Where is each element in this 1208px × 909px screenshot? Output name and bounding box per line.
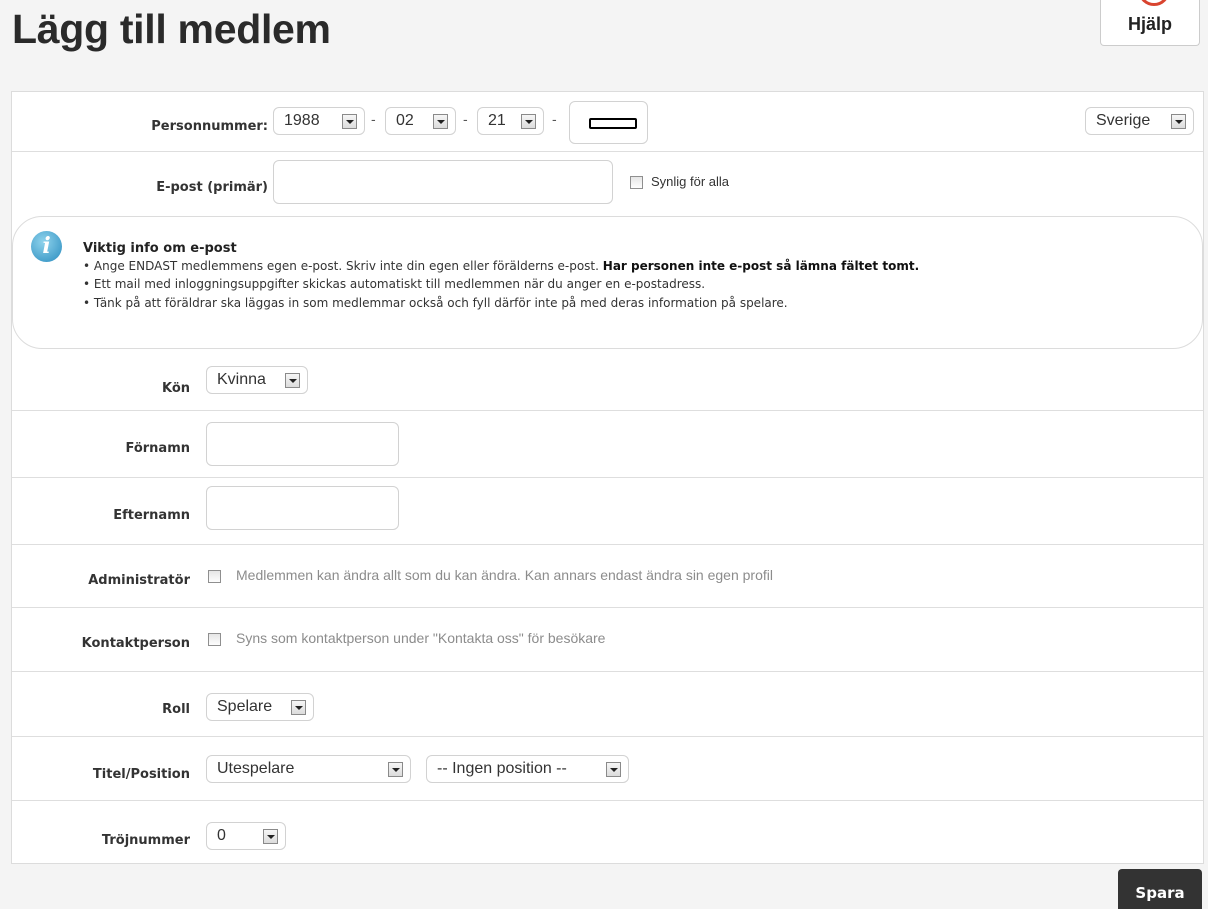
personnummer-separator: -	[463, 111, 468, 127]
role-label: Roll	[162, 702, 190, 717]
role-row: Roll Spelare	[12, 672, 1203, 737]
info-icon: i	[31, 231, 62, 262]
birth-month-value: 02	[396, 112, 414, 129]
email-input[interactable]	[273, 160, 613, 204]
birth-year-value: 1988	[284, 112, 320, 129]
add-member-form: Personnummer: 1988 - 02 - 21 - Sverige E…	[11, 91, 1204, 864]
lastname-row: Efternamn	[12, 478, 1203, 545]
email-visible-checkbox[interactable]	[630, 176, 643, 189]
gender-select[interactable]: Kvinna	[206, 366, 308, 394]
birth-month-select[interactable]: 02	[385, 107, 456, 135]
title-select[interactable]: Utespelare	[206, 755, 411, 783]
role-value: Spelare	[217, 698, 273, 715]
page-title: Lägg till medlem	[12, 6, 331, 52]
jersey-value: 0	[217, 827, 226, 844]
jersey-label: Tröjnummer	[101, 833, 190, 848]
admin-row: Administratör Medlemmen kan ändra allt s…	[12, 545, 1203, 608]
birth-year-select[interactable]: 1988	[273, 107, 365, 135]
chevron-down-icon	[606, 762, 621, 777]
admin-checkbox[interactable]	[208, 570, 221, 583]
admin-label: Administratör	[88, 573, 190, 588]
chevron-down-icon	[291, 700, 306, 715]
personnummer-separator: -	[552, 111, 557, 127]
info-bullet-3: • Tänk på att föräldrar ska läggas in so…	[83, 296, 788, 310]
personnummer-separator: -	[371, 111, 376, 127]
admin-description: Medlemmen kan ändra allt som du kan ändr…	[236, 567, 773, 583]
contact-description: Syns som kontaktperson under "Kontakta o…	[236, 630, 606, 646]
lastname-label: Efternamn	[113, 508, 190, 523]
chevron-down-icon	[521, 114, 536, 129]
chevron-down-icon	[433, 114, 448, 129]
text-field-inner	[589, 118, 637, 129]
email-label: E-post (primär)	[156, 180, 268, 195]
country-value: Sverige	[1096, 112, 1151, 129]
title-value: Utespelare	[217, 760, 295, 777]
lifebuoy-icon	[1138, 0, 1170, 6]
info-bullet-1: • Ange ENDAST medlemmens egen e-post. Sk…	[83, 259, 920, 273]
info-bullet-2: • Ett mail med inloggningsuppgifter skic…	[83, 277, 706, 291]
gender-value: Kvinna	[217, 371, 266, 388]
position-select[interactable]: -- Ingen position --	[426, 755, 629, 783]
email-info-panel: i Viktig info om e-post • Ange ENDAST me…	[12, 216, 1203, 349]
firstname-input[interactable]	[206, 422, 399, 466]
personnummer-last-four-input[interactable]	[569, 101, 648, 144]
help-label: Hjälp	[1127, 14, 1172, 34]
contact-label: Kontaktperson	[81, 636, 190, 651]
jersey-select[interactable]: 0	[206, 822, 286, 850]
info-title: Viktig info om e-post	[83, 241, 237, 256]
gender-row: Kön Kvinna	[12, 349, 1203, 411]
chevron-down-icon	[263, 829, 278, 844]
firstname-label: Förnamn	[125, 441, 190, 456]
position-label: Titel/Position	[92, 767, 190, 782]
email-visible-label: Synlig för alla	[651, 174, 730, 189]
chevron-down-icon	[285, 373, 300, 388]
chevron-down-icon	[342, 114, 357, 129]
position-value: -- Ingen position --	[437, 760, 567, 777]
chevron-down-icon	[1171, 114, 1186, 129]
position-row: Titel/Position Utespelare -- Ingen posit…	[12, 737, 1203, 801]
birth-day-select[interactable]: 21	[477, 107, 544, 135]
firstname-row: Förnamn	[12, 411, 1203, 478]
birth-day-value: 21	[488, 112, 506, 129]
contact-row: Kontaktperson Syns som kontaktperson und…	[12, 608, 1203, 672]
jersey-row: Tröjnummer 0	[12, 801, 1203, 865]
email-row: E-post (primär) Synlig för alla	[12, 152, 1203, 216]
personnummer-row: Personnummer: 1988 - 02 - 21 - Sverige	[12, 92, 1203, 152]
role-select[interactable]: Spelare	[206, 693, 314, 721]
save-button[interactable]: Spara	[1118, 869, 1202, 909]
lastname-input[interactable]	[206, 486, 399, 530]
contact-checkbox[interactable]	[208, 633, 221, 646]
personnummer-label: Personnummer:	[151, 119, 268, 134]
country-select[interactable]: Sverige	[1085, 107, 1194, 135]
chevron-down-icon	[388, 762, 403, 777]
gender-label: Kön	[161, 381, 190, 396]
help-button[interactable]: Hjälp	[1100, 0, 1200, 46]
